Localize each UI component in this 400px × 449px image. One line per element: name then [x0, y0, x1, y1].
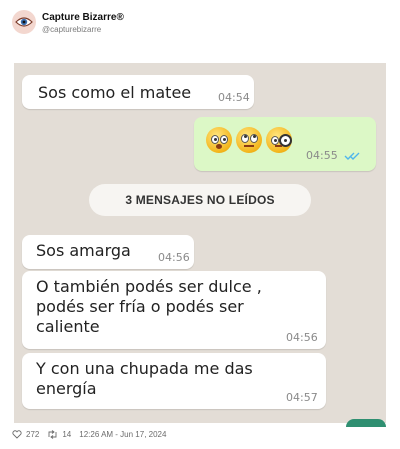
face-with-rolling-eyes-icon — [236, 127, 262, 153]
message-time: 04:57 — [286, 391, 318, 404]
avatar[interactable] — [12, 10, 36, 34]
message-text: Sos amarga — [36, 241, 131, 260]
message-time: 04:54 — [218, 91, 250, 104]
incoming-message: O también podés ser dulce , podés ser fr… — [22, 271, 326, 349]
message-text-line: O también podés ser dulce , — [36, 277, 262, 296]
chat-input-button-edge — [346, 419, 386, 427]
likes-count: 272 — [26, 430, 40, 439]
post-footer: 272 14 12:26 AM - Jun 17, 2024 — [12, 430, 166, 439]
message-text: Sos como el matee — [38, 83, 192, 102]
message-text-line: caliente — [36, 317, 100, 336]
face-with-monocle-icon — [266, 127, 292, 153]
message-text-line: Y con una chupada me das — [36, 359, 253, 378]
read-ticks-icon — [344, 152, 360, 160]
author-handle[interactable]: @capturebizarre — [42, 25, 101, 34]
retweets-count: 14 — [62, 430, 72, 439]
message-text-line: podés ser fría o podés ser — [36, 297, 244, 316]
unread-messages-banner: 3 MENSAJES NO LEÍDOS — [89, 184, 311, 216]
message-time: 04:56 — [286, 331, 318, 344]
eye-logo-icon — [15, 17, 33, 27]
retweet-icon[interactable] — [47, 430, 58, 439]
message-time: 04:56 — [158, 251, 190, 264]
author-name[interactable]: Capture Bizarre® — [42, 12, 124, 23]
chat-screenshot: Sos como el matee 04:54 04:55 3 MENSAJES… — [14, 63, 386, 423]
post-header: Capture Bizarre® @capturebizarre — [12, 8, 388, 38]
message-text-line: energía — [36, 379, 97, 398]
flushed-face-icon — [206, 127, 232, 153]
incoming-message: Sos como el matee 04:54 — [22, 75, 254, 109]
heart-icon[interactable] — [12, 430, 22, 439]
incoming-message: Sos amarga 04:56 — [22, 235, 194, 269]
post-timestamp[interactable]: 12:26 AM - Jun 17, 2024 — [79, 430, 166, 439]
incoming-message: Y con una chupada me das energía 04:57 — [22, 353, 326, 409]
outgoing-message: 04:55 — [194, 117, 376, 171]
message-time: 04:55 — [306, 149, 338, 162]
